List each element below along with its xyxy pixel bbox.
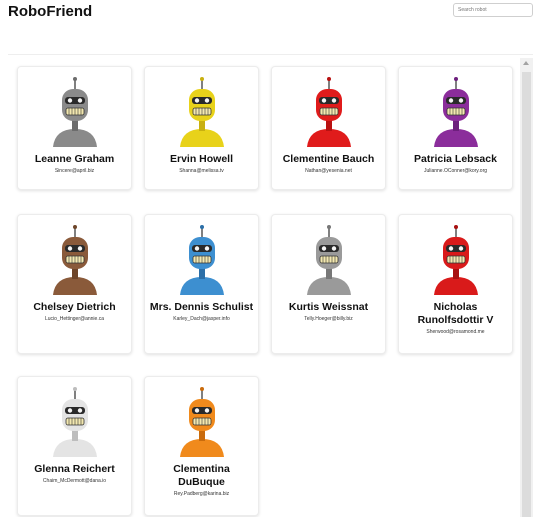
- robot-email: Julianne.OConner@kory.org: [423, 168, 488, 174]
- robot-name: Mrs. Dennis Schulist: [149, 301, 254, 313]
- robot-card[interactable]: Clementina DuBuque Rey.Padberg@karina.biz: [144, 376, 259, 516]
- robot-card[interactable]: Patricia Lebsack Julianne.OConner@kory.or…: [398, 66, 513, 190]
- robot-name: Kurtis Weissnat: [288, 301, 369, 313]
- robot-card[interactable]: Leanne Graham Sincere@april.biz: [17, 66, 132, 190]
- scrollbar-thumb[interactable]: [522, 72, 531, 517]
- search-input[interactable]: [453, 3, 533, 17]
- robot-email: Karley_Dach@jasper.info: [173, 316, 230, 322]
- robot-email: Lucio_Hettinger@annie.ca: [44, 316, 104, 322]
- robot-email: Sherwood@rosamond.me: [426, 329, 485, 335]
- robot-name: Glenna Reichert: [34, 463, 115, 475]
- robot-email: Sincere@april.biz: [54, 168, 95, 174]
- robot-name: Clementina DuBuque: [173, 463, 230, 488]
- header-divider: [8, 54, 533, 55]
- robot-name: Chelsey Dietrich: [33, 301, 116, 313]
- robot-card[interactable]: Mrs. Dennis Schulist Karley_Dach@jasper.i…: [144, 214, 259, 354]
- robot-email: Shanna@melissa.tv: [179, 168, 224, 174]
- robot-card[interactable]: Nicholas Runolfsdottir V Sherwood@rosamon…: [398, 214, 513, 354]
- app-title: RoboFriend: [8, 3, 93, 20]
- robot-email: Nathan@yesenia.net: [305, 168, 352, 174]
- robot-avatar-icon: [52, 225, 97, 295]
- robot-card[interactable]: Kurtis Weissnat Telly.Hoeger@billy.biz: [271, 214, 386, 354]
- robot-avatar-icon: [179, 225, 224, 295]
- robot-name: Nicholas Runolfsdottir V: [417, 301, 494, 326]
- robot-card[interactable]: Clementine Bauch Nathan@yesenia.net: [271, 66, 386, 190]
- robot-avatar-icon: [306, 77, 351, 147]
- robot-avatar-icon: [306, 225, 351, 295]
- robot-avatar-icon: [52, 387, 97, 457]
- robot-email: Chaim_McDermott@dana.io: [42, 478, 107, 484]
- robot-avatar-icon: [433, 77, 478, 147]
- robot-avatar-icon: [433, 225, 478, 295]
- robot-card-list[interactable]: Leanne Graham Sincere@april.biz Ervin Howe…: [8, 58, 520, 517]
- robot-card[interactable]: Chelsey Dietrich Lucio_Hettinger@annie.ca: [17, 214, 132, 354]
- robot-card[interactable]: Glenna Reichert Chaim_McDermott@dana.io: [17, 376, 132, 516]
- robot-name: Clementine Bauch: [282, 153, 375, 165]
- scroll-up-arrow-icon[interactable]: [523, 61, 529, 65]
- robot-avatar-icon: [179, 77, 224, 147]
- robot-name: Leanne Graham: [34, 153, 115, 165]
- scrollbar[interactable]: [520, 58, 533, 517]
- robot-name: Ervin Howell: [169, 153, 233, 165]
- robot-email: Rey.Padberg@karina.biz: [173, 491, 230, 497]
- robot-card[interactable]: Ervin Howell Shanna@melissa.tv: [144, 66, 259, 190]
- robot-avatar-icon: [179, 387, 224, 457]
- robot-avatar-icon: [52, 77, 97, 147]
- robot-name: Patricia Lebsack: [414, 153, 497, 165]
- robot-email: Telly.Hoeger@billy.biz: [304, 316, 353, 322]
